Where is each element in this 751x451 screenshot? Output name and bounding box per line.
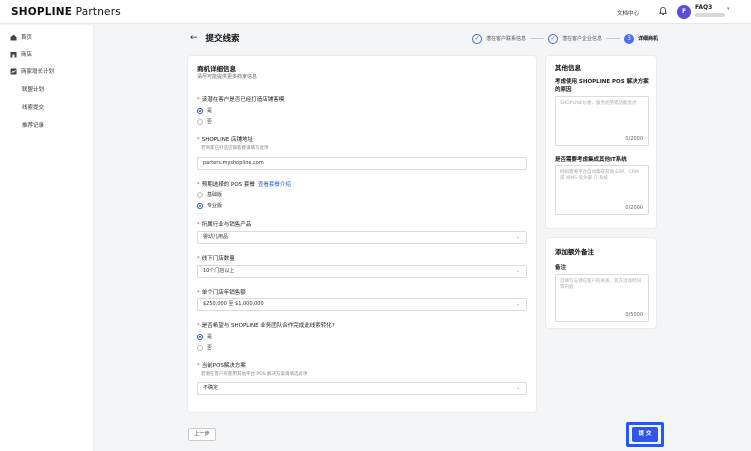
it-integration-textarea[interactable]: 例如需要平台自动集成其他 ERP、CRM 或 WMS 等外部 IT 系统 0/2… [555,165,649,215]
radio-coop-yes[interactable]: 是 [197,333,212,340]
sidebar-item-label: 首页 [21,35,33,41]
growth-icon [10,68,17,74]
previous-step-button[interactable]: 上一步 [188,428,216,441]
stepper: ✓ 潜在客户联系信息 ✓ 潜在客户企业信息 3 详细商机 [472,33,658,44]
radio-plan-basic[interactable]: 基础版 [197,191,222,198]
industry-select[interactable]: 婴幼儿用品 ⌄ [197,231,527,244]
step-label: 详细商机 [638,36,659,42]
question-cooperation: * 是否希望与 SHOPLINE 业务团队合作完成此线索转化? [197,323,335,329]
notes-placeholder: 可填写与潜在客户的关系、双方洽谈时间等内容 [560,279,641,290]
chevron-down-icon: ⌄ [515,385,520,391]
question-existing-store: * 该潜在客户是否已经打造店铺客模 [197,97,285,103]
store-url-input[interactable]: parters.myshopline.com [197,157,527,170]
current-pos-select[interactable]: 不确定 ⌄ [197,382,527,395]
other-info-title: 其他信息 [555,64,581,72]
step-divider [530,38,545,39]
sidebar-item-growth-plan[interactable]: 商家增长计划 [10,66,54,76]
sidebar-item-label: 商店 [21,52,33,58]
notes-textarea[interactable]: 可填写与潜在客户的关系、双方洽谈时间等内容 0/5000 [555,274,649,322]
question-industry: * 所属行业与销售产品 [197,222,252,228]
question-it-integration: 是否需要考虑集成其他IT系统 [555,157,627,163]
question-store-url: * SHOPLINE 店铺地址 [197,137,254,143]
radio-existing-yes[interactable]: 是 [197,107,212,114]
it-integration-placeholder: 例如需要平台自动集成其他 ERP、CRM 或 WMS 等外部 IT 系统 [560,170,639,181]
sidebar-item-store[interactable]: 商店 [10,49,32,59]
back-arrow-icon[interactable]: ← [190,33,198,43]
radio-existing-no[interactable]: 否 [197,118,212,125]
chevron-down-icon[interactable]: ▾ [727,6,730,12]
sidebar-item-lead-submit[interactable]: 线索提交 [22,103,44,111]
question-pos-plan: * 预期选择的 POS 套餐 查看套餐介绍 [197,182,291,188]
chevron-down-icon: ⌄ [515,301,520,307]
chevron-down-icon: ⌄ [515,234,520,240]
store-icon [10,51,17,57]
radio-plan-pro[interactable]: 专业版 [197,202,222,209]
sidebar: 首页 商店 商家增长计划 联盟计划 线索提交 推荐记录 [0,25,94,451]
sidebar-item-referrals[interactable]: 推荐记录 [22,121,44,129]
current-pos-help: 若潜在客户有使用其他平台 POS 解决方案请填选此项 [201,372,308,377]
form-title: 商机详细信息 [197,65,236,73]
sidebar-item-alliance[interactable]: 联盟计划 [22,85,44,93]
top-bar: SHOPLINE Partners 文档中心 F FAQ3 ▾ [0,0,751,24]
store-url-help: 若商家已打造店铺客模请填写此项 [201,146,269,151]
notes-char-count: 0/5000 [625,312,643,318]
reason-placeholder: SHOPLINE价格、服务优势或功能亮点 [560,101,637,106]
step-number: 3 [624,33,635,44]
user-name[interactable]: FAQ3 [695,4,712,11]
it-integration-char-count: 0/2000 [625,205,643,211]
step-divider [606,38,621,39]
reason-char-count: 0/2000 [625,136,643,142]
chevron-down-icon: ⌄ [515,268,520,274]
page-title: 提交线索 [205,34,240,44]
annual-sales-select[interactable]: $250,000 至 $1,000,000 ⌄ [197,298,527,311]
step-label: 潜在客户联系信息 [486,36,527,42]
check-icon: ✓ [472,33,482,44]
question-annual-sales: * 单个门店年销售额 [197,290,246,296]
sidebar-item-label: 商家增长计划 [21,69,55,75]
doc-center-link[interactable]: 文档中心 [617,9,639,17]
radio-coop-no[interactable]: 否 [197,344,212,351]
plan-intro-link[interactable]: 查看套餐介绍 [258,182,291,188]
sidebar-item-home[interactable]: 首页 [10,32,32,42]
step-label: 潜在客户企业信息 [562,36,603,42]
bell-icon[interactable] [658,6,668,16]
page-header: ← 提交线索 [190,31,240,45]
question-current-pos: * 当前POS解决方案 [197,363,246,369]
question-store-count: * 线下门店数量 [197,256,235,262]
form-subtitle: 请尽可能提供更多商家信息 [197,74,258,80]
home-icon [10,34,17,40]
notes-title: 添加额外备注 [555,248,594,256]
avatar[interactable]: F [677,5,691,19]
check-icon: ✓ [548,33,559,44]
logo[interactable]: SHOPLINE Partners [11,6,121,18]
question-reason: 考虑使用 SHOPLINE POS 解决方案的原因 [555,79,649,93]
notes-label: 备注 [555,265,567,271]
submit-button[interactable]: 提 交 [632,427,658,442]
user-store-redacted [695,13,725,17]
reason-textarea[interactable]: SHOPLINE价格、服务优势或功能亮点 0/2000 [555,96,649,146]
store-count-select[interactable]: 10个门店以上 ⌄ [197,265,527,278]
